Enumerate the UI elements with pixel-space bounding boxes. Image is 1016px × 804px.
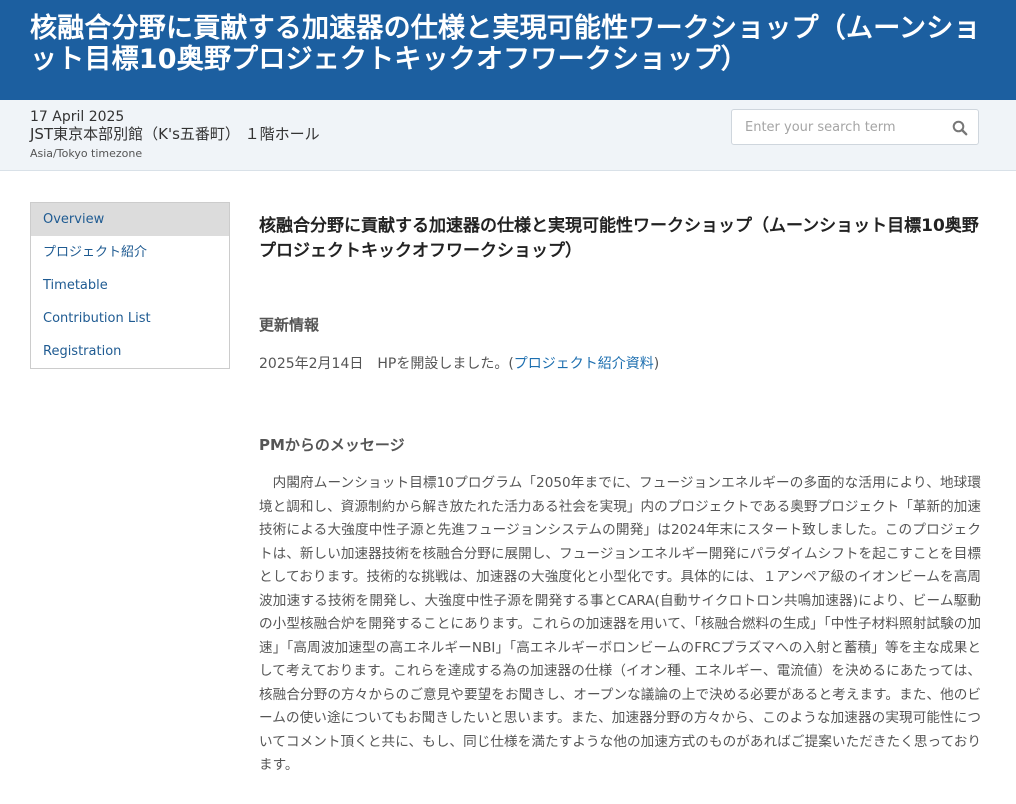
- update-close: ): [653, 356, 660, 372]
- updates-heading: 更新情報: [259, 316, 320, 334]
- main-content: 核融合分野に貢献する加速器の仕様と実現可能性ワークショップ（ムーンショット目標1…: [259, 214, 981, 791]
- search-icon[interactable]: [952, 120, 968, 136]
- pm-message-heading: PMからのメッセージ: [259, 436, 405, 454]
- event-timezone: Asia/Tokyo timezone: [30, 147, 143, 160]
- search-input[interactable]: [732, 110, 942, 144]
- sidebar-item-registration[interactable]: Registration: [31, 335, 229, 368]
- update-text: 2025年2月14日 HPを開設しました。(: [259, 356, 514, 372]
- sidebar-item-project-intro[interactable]: プロジェクト紹介: [31, 236, 229, 269]
- pm-message-body: 内閣府ムーンショット目標10プログラム「2050年までに、フュージョンエネルギー…: [259, 475, 981, 773]
- event-banner: 核融合分野に貢献する加速器の仕様と実現可能性ワークショップ（ムーンショット目標1…: [0, 0, 1016, 100]
- sidebar-item-contribution-list[interactable]: Contribution List: [31, 302, 229, 335]
- update-entry: 2025年2月14日 HPを開設しました。(プロジェクト紹介資料): [259, 354, 981, 374]
- event-banner-title: 核融合分野に貢献する加速器の仕様と実現可能性ワークショップ（ムーンショット目標1…: [30, 13, 981, 75]
- sidebar-menu: Overview プロジェクト紹介 Timetable Contribution…: [30, 202, 230, 369]
- search-box: [731, 109, 979, 145]
- event-info-bar: 17 April 2025 JST東京本部別館（K's五番町） １階ホール As…: [0, 100, 1016, 171]
- sidebar-item-timetable[interactable]: Timetable: [31, 269, 229, 302]
- page-title: 核融合分野に貢献する加速器の仕様と実現可能性ワークショップ（ムーンショット目標1…: [259, 216, 979, 261]
- sidebar-item-overview[interactable]: Overview: [31, 203, 229, 236]
- project-intro-link[interactable]: プロジェクト紹介資料: [514, 356, 654, 372]
